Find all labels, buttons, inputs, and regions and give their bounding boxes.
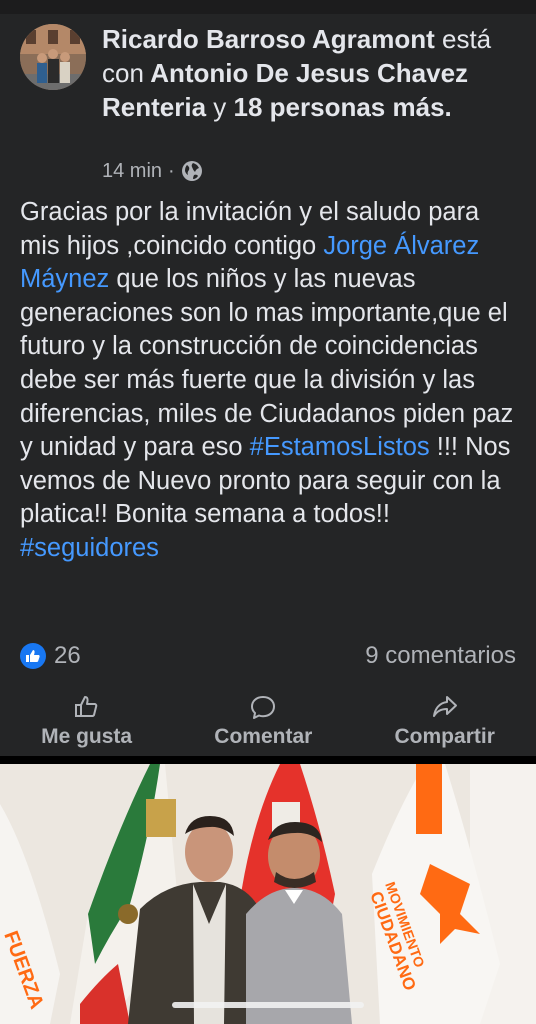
- like-reaction-icon: [20, 643, 46, 669]
- share-icon: [432, 696, 457, 717]
- hashtag-estamos-listos[interactable]: #EstamosListos: [250, 433, 430, 461]
- comment-icon: [251, 696, 276, 719]
- home-indicator[interactable]: [172, 1002, 364, 1008]
- post-meta: 14 min ·: [102, 158, 203, 184]
- author-name[interactable]: Ricardo Barroso Agramont: [102, 24, 435, 54]
- meta-separator: ·: [168, 159, 175, 182]
- tagged-others[interactable]: 18 personas más.: [234, 92, 452, 122]
- thumbs-up-icon: [74, 696, 97, 717]
- share-label: Compartir: [394, 725, 495, 748]
- status-strip: [0, 0, 536, 14]
- body-text-2: que los niños y las nuevas generaciones …: [20, 265, 514, 462]
- hashtag-seguidores[interactable]: #seguidores: [20, 534, 159, 562]
- avatar[interactable]: [20, 24, 86, 90]
- post-body: Gracias por la invitación y el saludo pa…: [20, 196, 520, 566]
- post-card: Ricardo Barroso Agramont está con Antoni…: [0, 0, 536, 756]
- globe-icon[interactable]: [181, 160, 203, 182]
- like-button[interactable]: Me gusta: [41, 693, 132, 749]
- share-button[interactable]: Compartir: [395, 693, 495, 749]
- like-label: Me gusta: [41, 725, 133, 748]
- post-photo[interactable]: FUERZA MOVIMIENTO CIUDADANO: [0, 764, 536, 1024]
- comments-count[interactable]: 9 comentarios: [365, 642, 516, 670]
- post-time[interactable]: 14 min: [102, 160, 162, 183]
- likes-number: 26: [54, 642, 81, 669]
- reactions-bar: 26 9 comentarios: [20, 640, 516, 672]
- like-count[interactable]: 26: [20, 642, 81, 670]
- comment-button[interactable]: Comentar: [214, 693, 312, 749]
- comment-label: Comentar: [214, 725, 313, 748]
- action-bar: Me gusta Comentar Compartir: [0, 690, 536, 752]
- and-text: y: [213, 92, 227, 122]
- post-header: Ricardo Barroso Agramont está con Antoni…: [102, 22, 522, 124]
